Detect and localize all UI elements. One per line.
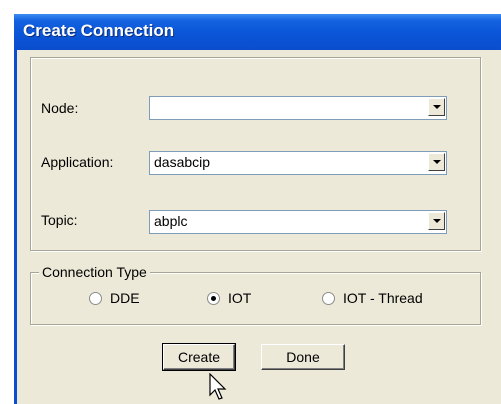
node-combobox[interactable] (149, 96, 447, 120)
radio-label-iot: IOT (228, 290, 252, 306)
window-title: Create Connection (23, 21, 175, 40)
topic-label: Topic: (41, 212, 78, 228)
connection-type-group: Connection Type DDE IOT IOT - Thread (30, 264, 481, 325)
application-value: dasabcip (154, 154, 211, 170)
radio-label-dde: DDE (110, 290, 140, 306)
application-combobox[interactable]: dasabcip (149, 151, 447, 175)
radio-button-iot[interactable] (207, 291, 220, 305)
radio-button-iot-thread[interactable] (322, 291, 335, 305)
window-border (14, 50, 17, 404)
mouse-pointer-icon (209, 373, 227, 400)
radio-button-dde[interactable] (89, 291, 102, 305)
radio-label-iot-thread: IOT - Thread (343, 290, 423, 306)
topic-value: abplc (154, 213, 188, 229)
title-bar[interactable]: Create Connection (14, 14, 501, 50)
chevron-down-icon[interactable] (428, 153, 445, 171)
radio-dde[interactable]: DDE (89, 290, 140, 306)
connection-fields-panel: Node: Application: dasabcip Topic: abplc (30, 57, 481, 251)
create-button[interactable]: Create (162, 343, 236, 371)
done-button[interactable]: Done (261, 344, 345, 370)
connection-type-legend: Connection Type (39, 264, 150, 280)
radio-iot-thread[interactable]: IOT - Thread (322, 290, 423, 306)
chevron-down-icon[interactable] (428, 212, 445, 230)
chevron-down-icon[interactable] (428, 98, 445, 116)
topic-combobox[interactable]: abplc (149, 210, 447, 234)
create-connection-dialog: Create Connection Node: Application: das… (14, 14, 501, 404)
application-label: Application: (41, 154, 114, 170)
node-label: Node: (41, 100, 79, 116)
radio-iot[interactable]: IOT (207, 290, 251, 306)
